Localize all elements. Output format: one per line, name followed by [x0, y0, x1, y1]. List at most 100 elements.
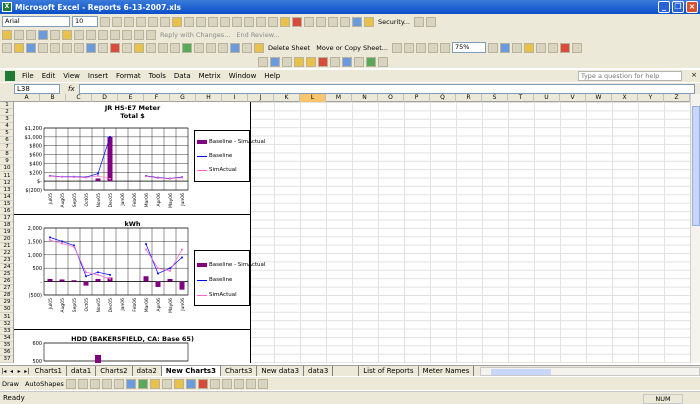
menu-format[interactable]: Format: [112, 72, 145, 80]
chart-hdd[interactable]: HDD (BAKERSFIELD, CA: Base 65) 600 500: [14, 331, 251, 363]
row-header-32[interactable]: 32: [0, 321, 13, 328]
row-header-2[interactable]: 2: [0, 109, 13, 117]
tool-w-icon[interactable]: [547, 42, 558, 53]
draw-fill-color-icon[interactable]: [173, 378, 184, 389]
column-header-m[interactable]: M: [326, 94, 352, 102]
tool-p-icon[interactable]: [427, 42, 438, 53]
format4-icon[interactable]: [340, 16, 350, 27]
next-sheet-icon[interactable]: ▸: [15, 368, 23, 375]
extra-a-icon[interactable]: [258, 56, 268, 67]
tool-a-icon[interactable]: [14, 29, 24, 40]
row-header-9[interactable]: 9: [0, 158, 13, 166]
column-header-n[interactable]: N: [352, 94, 378, 102]
reply-with-changes-button[interactable]: Reply with Changes...: [158, 31, 232, 39]
row-header-5[interactable]: 5: [0, 130, 13, 138]
sheet-tab[interactable]: data3: [304, 366, 334, 376]
last-sheet-icon[interactable]: ▸|: [23, 368, 31, 375]
tool-k-icon[interactable]: [134, 29, 144, 40]
column-header-o[interactable]: O: [378, 94, 404, 102]
decrease-decimal-icon[interactable]: [232, 16, 242, 27]
vertical-scroll-thumb[interactable]: [692, 106, 700, 226]
menu-window[interactable]: Window: [225, 72, 261, 80]
extra-c-icon[interactable]: [282, 56, 292, 67]
column-header-w[interactable]: W: [586, 94, 612, 102]
oval-icon[interactable]: [101, 378, 112, 389]
save-icon[interactable]: [26, 42, 36, 53]
tool-r-icon[interactable]: [487, 42, 498, 53]
undo-icon[interactable]: [158, 42, 168, 53]
menu-help[interactable]: Help: [260, 72, 284, 80]
column-header-v[interactable]: V: [560, 94, 586, 102]
column-header-s[interactable]: S: [482, 94, 508, 102]
tool-b-icon[interactable]: [26, 29, 36, 40]
formula-input[interactable]: [78, 83, 695, 94]
row-header-4[interactable]: 4: [0, 123, 13, 131]
tool-d-icon[interactable]: [50, 29, 60, 40]
3d-icon[interactable]: [257, 378, 268, 389]
column-header-b[interactable]: B: [40, 94, 66, 102]
align-right-icon[interactable]: [160, 16, 170, 27]
tool-h-icon[interactable]: [98, 29, 108, 40]
font-size-combo[interactable]: 10: [72, 16, 98, 27]
extra-g-icon[interactable]: [330, 56, 340, 67]
line-icon[interactable]: [65, 378, 76, 389]
macro-icon[interactable]: [352, 16, 362, 27]
row-header-28[interactable]: 28: [0, 292, 13, 300]
arrow-icon[interactable]: [77, 378, 88, 389]
row-header-23[interactable]: 23: [0, 257, 13, 265]
fill-color-icon[interactable]: [280, 16, 290, 27]
row-header-3[interactable]: 3: [0, 116, 13, 124]
shadow-icon[interactable]: [245, 378, 256, 389]
row-header-16[interactable]: 16: [0, 208, 13, 215]
extra-b-icon[interactable]: [270, 56, 280, 67]
tool-x-icon[interactable]: [559, 42, 570, 53]
end-review-button[interactable]: End Review...: [234, 31, 281, 39]
vertical-scrollbar[interactable]: [690, 94, 700, 363]
line-color-icon[interactable]: [185, 378, 196, 389]
horizontal-scrollbar[interactable]: [480, 366, 700, 376]
permission-icon[interactable]: [38, 42, 48, 53]
tool-v-icon[interactable]: [535, 42, 546, 53]
wordart-icon[interactable]: [125, 378, 136, 389]
research-icon[interactable]: [98, 42, 108, 53]
minimize-button[interactable]: _: [658, 1, 670, 13]
horizontal-scroll-thumb[interactable]: [491, 368, 552, 375]
hyperlink-icon[interactable]: [182, 42, 192, 53]
row-header-19[interactable]: 19: [0, 229, 13, 236]
print-preview-icon[interactable]: [74, 42, 84, 53]
row-header-20[interactable]: 20: [0, 236, 13, 243]
tool-o-icon[interactable]: [415, 42, 426, 53]
sheet-tab[interactable]: Charts1: [30, 366, 67, 376]
merge-center-icon[interactable]: [172, 16, 182, 27]
format3-icon[interactable]: [328, 16, 338, 27]
dash-style-icon[interactable]: [221, 378, 232, 389]
sheet-tab[interactable]: data1: [66, 366, 97, 376]
name-box[interactable]: L38: [14, 83, 60, 94]
extra-f-icon[interactable]: [318, 56, 328, 67]
security-button[interactable]: Security...: [376, 18, 412, 26]
align-center-icon[interactable]: [148, 16, 158, 27]
chart-kwh[interactable]: kWh 2,000 1,500 1,000 500- (500) Jul05 Aug05 Se…: [14, 216, 265, 330]
column-header-y[interactable]: Y: [638, 94, 664, 102]
column-header-p[interactable]: P: [404, 94, 430, 102]
tool-icon[interactable]: [413, 16, 424, 27]
column-header-k[interactable]: K: [274, 94, 300, 102]
tool-c-icon[interactable]: [38, 29, 48, 40]
row-header-14[interactable]: 14: [0, 194, 13, 201]
borders-icon[interactable]: [268, 16, 278, 27]
delete-sheet-icon[interactable]: [254, 42, 264, 53]
sheet-tab[interactable]: New Charts3: [161, 366, 221, 376]
increase-decimal-icon[interactable]: [220, 16, 230, 27]
column-header-c[interactable]: C: [66, 94, 92, 102]
cut-icon[interactable]: [110, 42, 120, 53]
tool-m-icon[interactable]: [391, 42, 402, 53]
row-header-7[interactable]: 7: [0, 144, 13, 152]
row-header-12[interactable]: 12: [0, 180, 13, 187]
row-header-29[interactable]: 29: [0, 299, 13, 307]
extra-j-icon[interactable]: [366, 56, 376, 67]
row-header-34[interactable]: 34: [0, 335, 13, 342]
bold-icon[interactable]: [100, 16, 110, 27]
tool-e-icon[interactable]: [62, 29, 72, 40]
redo-icon[interactable]: [170, 42, 180, 53]
textbox-icon[interactable]: [113, 378, 124, 389]
